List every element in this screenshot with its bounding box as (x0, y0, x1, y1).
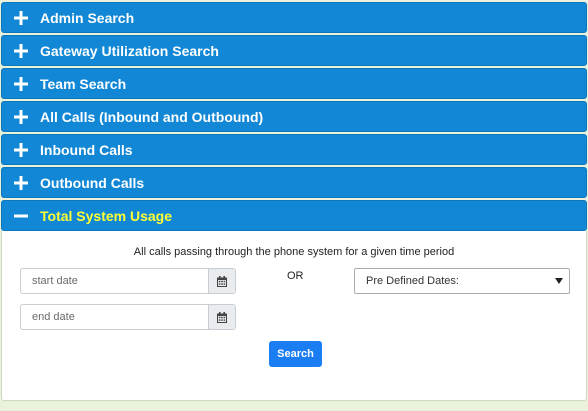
calendar-icon (217, 275, 227, 287)
panel-description: All calls passing through the phone syst… (133, 246, 455, 258)
panel-label: Outbound Calls (40, 175, 145, 191)
caret-down-icon (555, 278, 563, 284)
search-accordion: Admin Search Gateway Utilization Search … (1, 2, 587, 401)
panel-team-search[interactable]: Team Search (1, 68, 587, 99)
panel-label: Admin Search (40, 10, 135, 26)
plus-icon (14, 143, 28, 157)
plus-icon (14, 176, 28, 190)
panel-all-calls[interactable]: All Calls (Inbound and Outbound) (1, 101, 587, 132)
end-date-group (20, 304, 236, 330)
panel-total-system-usage[interactable]: Total System Usage (1, 200, 587, 231)
panel-label: All Calls (Inbound and Outbound) (40, 109, 264, 125)
panel-label: Gateway Utilization Search (40, 43, 219, 59)
panel-label: Total System Usage (40, 208, 173, 224)
predefined-dates-selected: Pre Defined Dates: (366, 275, 459, 287)
panel-gateway-utilization-search[interactable]: Gateway Utilization Search (1, 35, 587, 66)
start-date-group (20, 268, 236, 294)
start-date-input[interactable] (21, 269, 208, 293)
plus-icon (14, 77, 28, 91)
calendar-icon (217, 311, 227, 323)
plus-icon (14, 110, 28, 124)
start-date-calendar-button[interactable] (208, 269, 235, 293)
search-button[interactable]: Search (269, 341, 322, 367)
panel-inbound-calls[interactable]: Inbound Calls (1, 134, 587, 165)
panel-outbound-calls[interactable]: Outbound Calls (1, 167, 587, 198)
total-system-usage-form: All calls passing through the phone syst… (1, 231, 587, 401)
minus-icon (14, 214, 28, 218)
predefined-dates-select[interactable]: Pre Defined Dates: (354, 268, 570, 294)
end-date-calendar-button[interactable] (208, 305, 235, 329)
or-separator: OR (287, 270, 304, 282)
end-date-input[interactable] (21, 305, 208, 329)
panel-label: Inbound Calls (40, 142, 133, 158)
plus-icon (14, 11, 28, 25)
plus-icon (14, 44, 28, 58)
panel-label: Team Search (40, 76, 127, 92)
panel-admin-search[interactable]: Admin Search (1, 2, 587, 33)
